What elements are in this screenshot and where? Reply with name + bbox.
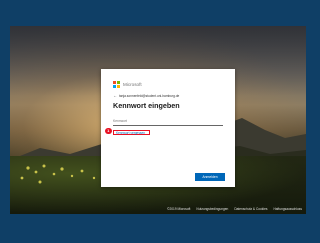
page-footer: ©2019 Microsoft Nutzungsbedingungen Date… xyxy=(167,207,302,211)
footer-link-privacy[interactable]: Datenschutz & Cookies xyxy=(234,207,267,211)
identity-banner[interactable]: ← tanja.sonnenfeld@student.uni-hamburg.d… xyxy=(113,94,180,99)
forgot-password-link[interactable]: Kennwort vergessen xyxy=(116,131,145,135)
forgot-password-highlight: Kennwort vergessen xyxy=(113,129,150,135)
account-email: tanja.sonnenfeld@student.uni-hamburg.de xyxy=(119,94,180,98)
brand-name: Microsoft xyxy=(123,82,142,87)
footer-link-disclaimer[interactable]: Haftungsausschluss xyxy=(273,207,302,211)
step-marker: 1 xyxy=(105,127,112,134)
footer-copyright: ©2019 Microsoft xyxy=(167,207,191,211)
page-title: Kennwort eingeben xyxy=(113,101,180,110)
arrow-left-icon[interactable]: ← xyxy=(113,94,117,98)
sign-in-screen: ©2019 Microsoft Nutzungsbedingungen Date… xyxy=(10,26,306,214)
microsoft-logo-icon xyxy=(113,81,120,88)
microsoft-logo: Microsoft xyxy=(113,81,142,88)
sign-in-button[interactable]: Anmelden xyxy=(195,173,225,181)
sign-in-card: Microsoft ← tanja.sonnenfeld@student.uni… xyxy=(101,69,235,187)
password-field[interactable] xyxy=(113,116,223,126)
footer-link-terms[interactable]: Nutzungsbedingungen xyxy=(196,207,228,211)
